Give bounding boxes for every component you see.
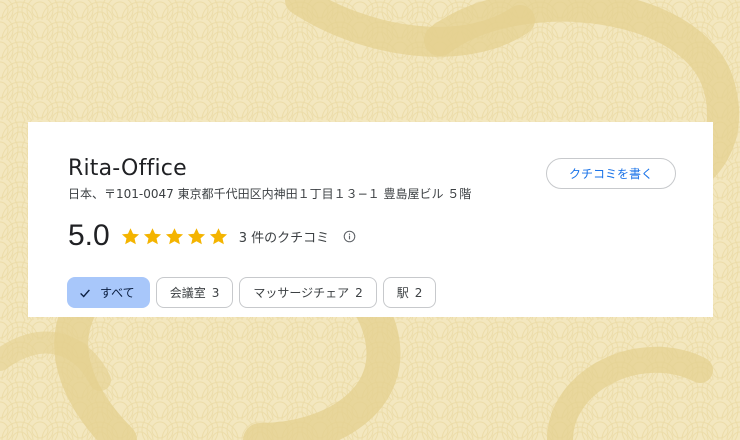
- review-filter-chips: すべて 会議室 3 マッサージチェア 2 駅 2: [67, 277, 437, 308]
- info-icon[interactable]: [343, 230, 356, 243]
- place-address: 日本、〒101-0047 東京都千代田区内神田１丁目１３−１ 豊島屋ビル ５階: [68, 187, 472, 201]
- filter-chip-station[interactable]: 駅 2: [382, 277, 437, 308]
- rating-value: 5.0: [68, 219, 110, 252]
- filter-chip-meeting-room[interactable]: 会議室 3: [155, 277, 234, 308]
- star-icon: [209, 227, 227, 244]
- star-icon: [187, 227, 205, 244]
- filter-chip-massage-chair[interactable]: マッサージチェア 2: [239, 277, 377, 308]
- filter-chip-count: 2: [355, 285, 363, 300]
- filter-chip-label: 駅: [396, 286, 409, 300]
- filter-chip-all[interactable]: すべて: [67, 277, 150, 308]
- star-icon: [121, 227, 139, 244]
- filter-chip-label: マッサージチェア: [253, 286, 350, 300]
- filter-chip-count: 2: [414, 285, 423, 300]
- check-icon: [80, 288, 90, 298]
- filter-chip-count: 3: [211, 285, 220, 300]
- review-count: 3 件のクチコミ: [238, 230, 330, 246]
- rating-summary: 5.0 3 件のクチコミ: [68, 218, 356, 254]
- star-icon: [165, 227, 183, 244]
- write-review-button[interactable]: クチコミを書く: [546, 158, 676, 189]
- star-icon: [143, 227, 161, 244]
- place-review-card: Rita-Office 日本、〒101-0047 東京都千代田区内神田１丁目１３…: [28, 122, 713, 317]
- filter-chip-label: すべて: [100, 286, 135, 300]
- filter-chip-label: 会議室: [169, 286, 206, 300]
- star-rating: [120, 226, 229, 247]
- place-title: Rita-Office: [68, 156, 187, 181]
